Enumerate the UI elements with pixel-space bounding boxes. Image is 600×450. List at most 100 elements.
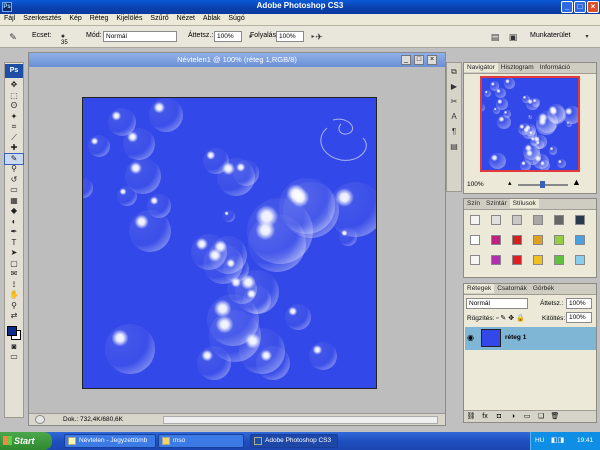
fill-field[interactable]: 100% xyxy=(566,312,592,323)
tab-color[interactable]: Szín xyxy=(464,199,483,208)
file-browser-icon[interactable]: ▤ xyxy=(488,30,502,44)
menu-edit[interactable]: Szerkesztés xyxy=(19,14,63,22)
tab-layers[interactable]: Rétegek xyxy=(464,284,495,293)
type-tool-icon[interactable]: T xyxy=(5,238,23,249)
tab-curves[interactable]: Görbék xyxy=(530,284,557,293)
zoom-level-icon[interactable] xyxy=(35,415,45,424)
brush-tool-icon[interactable]: ✎ xyxy=(4,152,24,165)
notes-tool-icon[interactable]: ✉ xyxy=(5,269,23,280)
menu-filter[interactable]: Szűrő xyxy=(146,14,170,22)
zoom-out-icon[interactable]: ▴ xyxy=(508,179,512,187)
navigator-zoom-value[interactable]: 100% xyxy=(467,181,484,188)
style-swatch[interactable] xyxy=(533,255,543,265)
slice-tool-icon[interactable]: ⟋ xyxy=(5,133,23,144)
delete-layer-icon[interactable]: 🗑 xyxy=(548,411,562,423)
style-swatch[interactable] xyxy=(491,215,501,225)
menu-view[interactable]: Nézet xyxy=(173,14,197,22)
foreground-color-swatch[interactable] xyxy=(7,325,17,336)
visibility-eye-icon[interactable]: ◉ xyxy=(467,333,474,342)
airbrush-icon[interactable]: ✈ xyxy=(312,30,326,44)
taskbar-item-notepad[interactable]: Névtelen - Jegyzettömb xyxy=(64,434,156,448)
layer-style-icon[interactable]: fx xyxy=(478,411,492,423)
navigator-zoom-slider[interactable] xyxy=(518,181,568,188)
tab-styles[interactable]: Stílusok xyxy=(509,199,539,208)
history-brush-tool-icon[interactable]: ↺ xyxy=(5,175,23,186)
menu-help[interactable]: Súgó xyxy=(224,14,246,22)
layer-row[interactable]: ◉ réteg 1 xyxy=(465,327,596,350)
document-size-info[interactable]: Dok.: 732,4K/680,6K xyxy=(63,416,123,423)
tab-channels[interactable]: Csatornák xyxy=(494,284,530,293)
tray-icons[interactable]: ◧◨ xyxy=(551,436,564,444)
menu-window[interactable]: Ablak xyxy=(199,14,223,22)
navigator-thumbnail[interactable] xyxy=(480,76,580,172)
maximize-button[interactable]: □ xyxy=(574,1,586,13)
image-canvas[interactable] xyxy=(82,97,377,389)
move-tool-icon[interactable]: ✥ xyxy=(5,80,23,91)
pen-tool-icon[interactable]: ✒ xyxy=(5,227,23,238)
history-panel-icon[interactable]: ⧉ xyxy=(447,66,461,78)
zoom-in-icon[interactable]: ▲ xyxy=(572,177,581,187)
tab-histogram[interactable]: Hisztogram xyxy=(498,63,537,72)
clone-stamp-tool-icon[interactable]: ⚲ xyxy=(5,164,23,175)
style-swatch[interactable] xyxy=(575,235,585,245)
style-swatch[interactable] xyxy=(533,235,543,245)
style-swatch[interactable] xyxy=(554,215,564,225)
adjustment-layer-icon[interactable]: ◑ xyxy=(506,411,520,423)
palette-well-icon[interactable]: ▣ xyxy=(506,30,520,44)
paragraph-panel-icon[interactable]: ¶ xyxy=(447,126,461,138)
dodge-tool-icon[interactable]: ◐ xyxy=(5,217,23,228)
tab-swatches[interactable]: Színtár xyxy=(483,199,510,208)
layer-comps-icon[interactable]: ▤ xyxy=(447,141,461,153)
eyedropper-tool-icon[interactable]: ⟟ xyxy=(5,280,23,291)
style-swatch[interactable] xyxy=(491,255,501,265)
lock-icons[interactable]: ▫ ✎ ✥ 🔒 xyxy=(496,314,525,322)
close-button[interactable]: × xyxy=(587,1,599,13)
magic-wand-tool-icon[interactable]: ✦ xyxy=(5,112,23,123)
style-swatch[interactable] xyxy=(554,235,564,245)
hand-tool-icon[interactable]: ✋ xyxy=(5,290,23,301)
gradient-tool-icon[interactable]: ▦ xyxy=(5,196,23,207)
style-swatch[interactable] xyxy=(491,235,501,245)
start-button[interactable]: Start xyxy=(0,432,52,450)
marquee-tool-icon[interactable]: ⬚ xyxy=(5,91,23,102)
tab-navigator[interactable]: Navigátor xyxy=(464,63,498,72)
layer-mask-icon[interactable]: ◘ xyxy=(492,411,506,423)
flow-field[interactable]: 100% xyxy=(276,31,304,42)
actions-panel-icon[interactable]: ▶ xyxy=(447,81,461,93)
brush-tool-preset-icon[interactable]: ✎ xyxy=(6,30,20,44)
style-swatch[interactable] xyxy=(470,215,480,225)
menu-image[interactable]: Kép xyxy=(65,14,83,22)
shape-tool-icon[interactable]: ▢ xyxy=(5,259,23,270)
style-swatch[interactable] xyxy=(512,255,522,265)
color-swatches[interactable] xyxy=(5,324,23,342)
style-swatch[interactable] xyxy=(470,235,480,245)
doc-close-button[interactable]: × xyxy=(427,55,437,65)
quick-mask-icon[interactable]: ◙ xyxy=(5,342,23,353)
layer-name[interactable]: réteg 1 xyxy=(505,334,526,341)
blend-mode-select[interactable]: Normál xyxy=(466,298,528,309)
minimize-button[interactable]: _ xyxy=(561,1,573,13)
path-selection-tool-icon[interactable]: ➤ xyxy=(5,248,23,259)
screen-mode-icon[interactable]: ▭ xyxy=(5,352,23,363)
eraser-tool-icon[interactable]: ▭ xyxy=(5,185,23,196)
language-indicator[interactable]: HU xyxy=(535,437,544,444)
style-swatch[interactable] xyxy=(470,255,480,265)
healing-brush-tool-icon[interactable]: ✚ xyxy=(5,143,23,154)
taskbar-item-folder[interactable]: mso xyxy=(158,434,244,448)
menu-layer[interactable]: Réteg xyxy=(86,14,111,22)
style-swatch[interactable] xyxy=(533,215,543,225)
character-panel-icon[interactable]: A xyxy=(447,111,461,123)
document-titlebar[interactable]: Névtelen1 @ 100% (réteg 1,RGB/8) _ □ × xyxy=(29,53,445,67)
blur-tool-icon[interactable]: ◆ xyxy=(5,206,23,217)
doc-minimize-button[interactable]: _ xyxy=(401,55,411,65)
lasso-tool-icon[interactable]: ʘ xyxy=(5,101,23,112)
workspace-button[interactable]: Munkaterület xyxy=(530,32,570,39)
doc-maximize-button[interactable]: □ xyxy=(414,55,424,65)
layer-opacity-field[interactable]: 100% xyxy=(566,298,592,309)
style-swatch[interactable] xyxy=(512,215,522,225)
new-layer-icon[interactable]: ❏ xyxy=(534,411,548,423)
new-group-icon[interactable]: ▭ xyxy=(520,411,534,423)
taskbar-item-photoshop[interactable]: Adobe Photoshop CS3 xyxy=(250,434,338,448)
tab-info[interactable]: Információ xyxy=(537,63,573,72)
mode-select[interactable]: Normál xyxy=(103,31,177,42)
